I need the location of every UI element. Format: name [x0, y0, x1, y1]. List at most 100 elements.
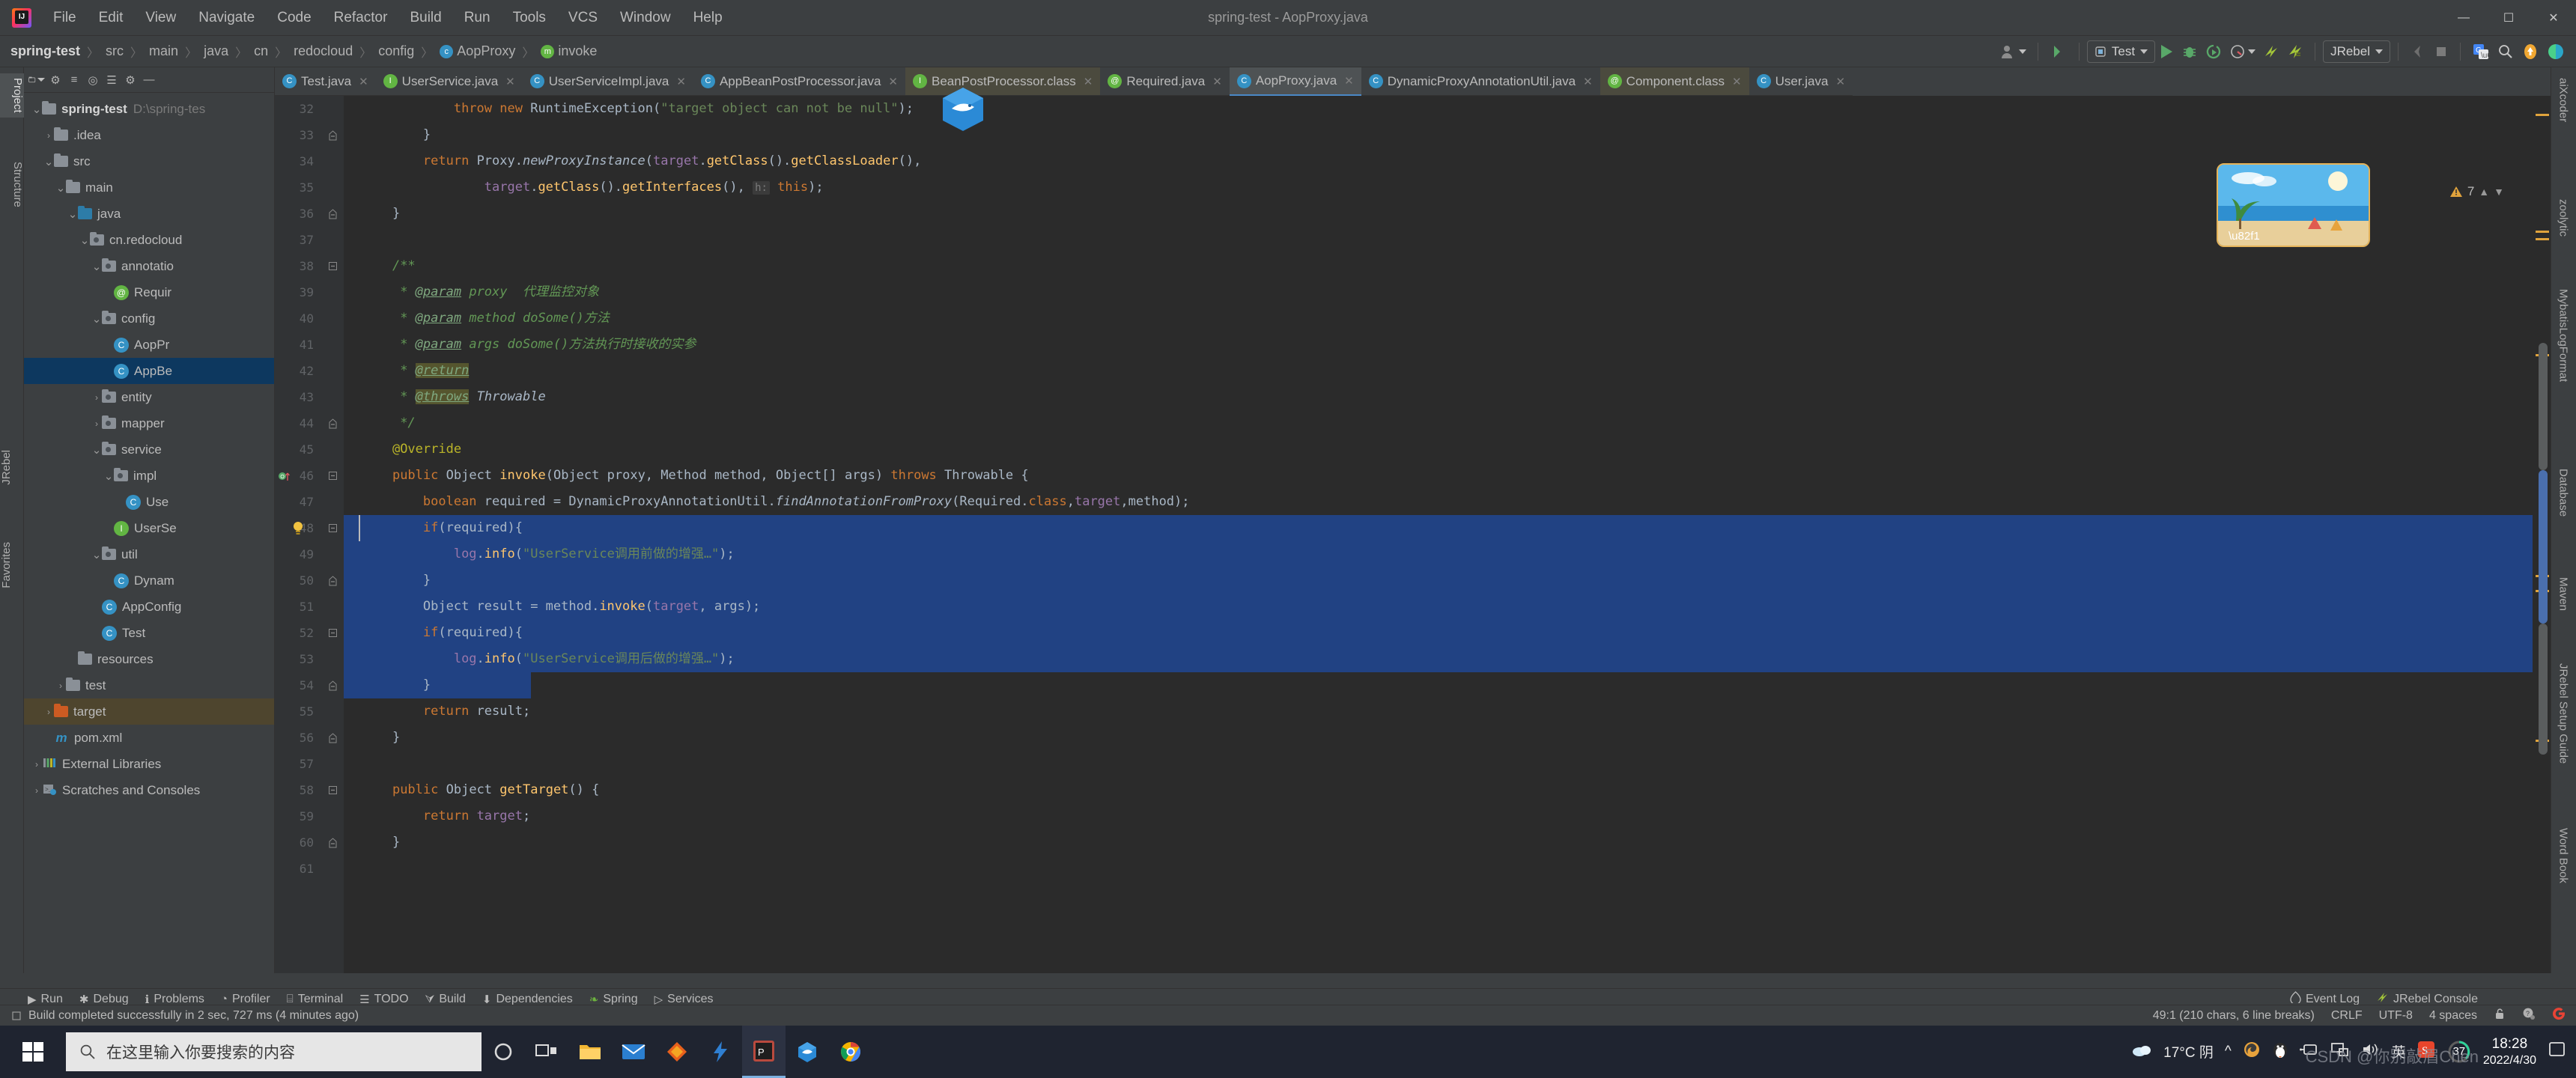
- tree-node-main[interactable]: ⌄ main: [24, 174, 274, 201]
- fold-marker-icon[interactable]: [327, 261, 338, 272]
- editor-tabs[interactable]: C Test.java ✕ I UserService.java ✕ C UserServic…: [275, 67, 2551, 96]
- breadcrumb-item-spring-test[interactable]: spring-test: [10, 43, 80, 59]
- jrebel-selector[interactable]: JRebel: [2323, 40, 2390, 63]
- update-icon[interactable]: [2518, 40, 2543, 63]
- right-stripe-maven[interactable]: Maven: [2551, 573, 2576, 615]
- menu-navigate[interactable]: Navigate: [187, 0, 266, 36]
- menu-refactor[interactable]: Refactor: [323, 0, 399, 36]
- code-line[interactable]: /**: [344, 253, 2551, 279]
- chevron-down-icon[interactable]: ⌄: [91, 548, 102, 561]
- tree-node-annotatio[interactable]: ⌄ annotatio: [24, 253, 274, 279]
- hide-icon[interactable]: —: [141, 72, 157, 88]
- project-tree[interactable]: ⌄ spring-test D:\spring-tes › .idea ⌄ src ⌄ main…: [24, 93, 274, 803]
- tree-node-pom-xml[interactable]: m pom.xml: [24, 725, 274, 751]
- editor-tab-userserviceimpl-java[interactable]: C UserServiceImpl.java ✕: [522, 67, 693, 96]
- code-line[interactable]: * @param proxy 代理监控对象: [344, 279, 2551, 305]
- breadcrumb-item-java[interactable]: java: [204, 43, 228, 59]
- code-line[interactable]: log.info("UserService调用前做的增强…");: [344, 541, 2551, 567]
- editor-tab-required-java[interactable]: @ Required.java ✕: [1100, 67, 1230, 96]
- code-line[interactable]: * @param method doSome()方法: [344, 305, 2551, 332]
- tree-node-aoppr[interactable]: C AopPr: [24, 332, 274, 358]
- menu-tools[interactable]: Tools: [502, 0, 557, 36]
- idea-icon[interactable]: [786, 1026, 829, 1078]
- close-tab-icon[interactable]: ✕: [1583, 75, 1593, 88]
- fold-marker-icon[interactable]: [327, 733, 338, 743]
- close-tab-icon[interactable]: ✕: [1084, 75, 1093, 88]
- breadcrumb-item-main[interactable]: main: [149, 43, 178, 59]
- mail-icon[interactable]: [612, 1026, 655, 1078]
- code-line[interactable]: log.info("UserService调用后做的增强…");: [344, 646, 2551, 672]
- close-tab-icon[interactable]: ✕: [888, 75, 898, 88]
- error-stripe[interactable]: [2533, 96, 2551, 973]
- inspection-widget[interactable]: 7 ▲ ▼: [2449, 184, 2504, 199]
- right-stripe-mybatislogformat[interactable]: MybatisLogFormat: [2551, 284, 2576, 386]
- run-configuration-selector[interactable]: Test: [2086, 40, 2156, 63]
- main-menu[interactable]: File Edit View Navigate Code Refactor Build Run…: [42, 0, 734, 36]
- locate-file-icon[interactable]: ◎: [85, 72, 101, 88]
- code-line[interactable]: if(required){: [344, 620, 2551, 646]
- collapse-all-icon[interactable]: ≡: [66, 72, 82, 88]
- tree-node-external-libraries[interactable]: › External Libraries: [24, 751, 274, 777]
- left-stripe-favorites[interactable]: Favorites: [0, 538, 24, 593]
- qq-icon[interactable]: [2272, 1041, 2288, 1063]
- profile-run-icon[interactable]: [2226, 40, 2259, 63]
- chevron-right-icon[interactable]: ›: [31, 759, 42, 770]
- window-controls[interactable]: — ☐ ✕: [2441, 0, 2576, 36]
- fold-marker-icon[interactable]: [327, 418, 338, 429]
- close-tab-icon[interactable]: ✕: [1732, 75, 1742, 88]
- close-tab-icon[interactable]: ✕: [359, 75, 368, 88]
- show-hidden-icons[interactable]: ^: [2225, 1044, 2232, 1060]
- tree-node--idea[interactable]: › .idea: [24, 122, 274, 148]
- close-tab-icon[interactable]: ✕: [1212, 75, 1222, 88]
- minimize-button[interactable]: —: [2441, 0, 2486, 36]
- code-line[interactable]: [344, 751, 2551, 777]
- chevron-right-icon[interactable]: ›: [55, 680, 66, 691]
- code-line[interactable]: * @param args doSome()方法执行时接收的实参: [344, 332, 2551, 358]
- fold-marker-icon[interactable]: [327, 209, 338, 219]
- tree-node-config[interactable]: ⌄ config: [24, 305, 274, 332]
- breadcrumb-item-aopproxy[interactable]: c AopProxy: [440, 43, 515, 59]
- tree-node-target[interactable]: › target: [24, 698, 274, 725]
- left-stripe-jrebel[interactable]: JRebel: [0, 445, 24, 490]
- right-stripe-database[interactable]: Database: [2551, 464, 2576, 521]
- menu-build[interactable]: Build: [398, 0, 452, 36]
- line-separator[interactable]: CRLF: [2331, 1009, 2363, 1023]
- tree-node-test[interactable]: C Test: [24, 620, 274, 646]
- breadcrumb-item-redocloud[interactable]: redocloud: [294, 43, 353, 59]
- implementing-method-icon[interactable]: O: [278, 469, 291, 487]
- menu-help[interactable]: Help: [682, 0, 734, 36]
- chrome-icon[interactable]: [829, 1026, 872, 1078]
- breadcrumb-item-src[interactable]: src: [106, 43, 124, 59]
- intention-bulb-icon[interactable]: [291, 520, 305, 539]
- fold-marker-icon[interactable]: [327, 785, 338, 796]
- tree-node-resources[interactable]: resources: [24, 646, 274, 672]
- menu-edit[interactable]: Edit: [88, 0, 135, 36]
- chevron-right-icon[interactable]: ›: [43, 130, 54, 141]
- stop-icon[interactable]: [2430, 40, 2452, 63]
- tree-node-src[interactable]: ⌄ src: [24, 148, 274, 174]
- chevron-down-icon[interactable]: ⌄: [91, 443, 102, 457]
- code-line[interactable]: return result;: [344, 698, 2551, 725]
- menu-vcs[interactable]: VCS: [557, 0, 609, 36]
- gear-icon[interactable]: ⚙: [122, 72, 139, 88]
- editor-tab-test-java[interactable]: C Test.java ✕: [275, 67, 376, 96]
- close-tab-icon[interactable]: ✕: [676, 75, 686, 88]
- jrebel-debug-icon[interactable]: [2283, 40, 2307, 63]
- windows-taskbar[interactable]: 在这里输入你要搜索的内容 P 17°C 阴 ^ 英 S 37 18:28 202…: [0, 1026, 2576, 1078]
- taskbar-search-input[interactable]: 在这里输入你要搜索的内容: [66, 1032, 482, 1071]
- chevron-down-icon[interactable]: ⌄: [79, 234, 90, 247]
- editor-tab-appbeanpostprocessor-java[interactable]: C AppBeanPostProcessor.java ✕: [693, 67, 905, 96]
- code-line[interactable]: }: [344, 725, 2551, 751]
- code-line[interactable]: */: [344, 410, 2551, 436]
- breadcrumb-item-invoke[interactable]: m invoke: [541, 43, 597, 59]
- tree-node-mapper[interactable]: › mapper: [24, 410, 274, 436]
- left-stripe-project[interactable]: Project: [0, 73, 24, 118]
- menu-file[interactable]: File: [42, 0, 88, 36]
- close-button[interactable]: ✕: [2531, 0, 2576, 36]
- chevron-down-icon[interactable]: ⌄: [31, 103, 42, 116]
- editor-tab-user-java[interactable]: C User.java ✕: [1749, 67, 1853, 96]
- back-icon[interactable]: [2406, 40, 2430, 63]
- chevron-right-icon[interactable]: ›: [91, 392, 102, 403]
- chevron-down-icon[interactable]: ⌄: [103, 469, 114, 483]
- menu-code[interactable]: Code: [266, 0, 322, 36]
